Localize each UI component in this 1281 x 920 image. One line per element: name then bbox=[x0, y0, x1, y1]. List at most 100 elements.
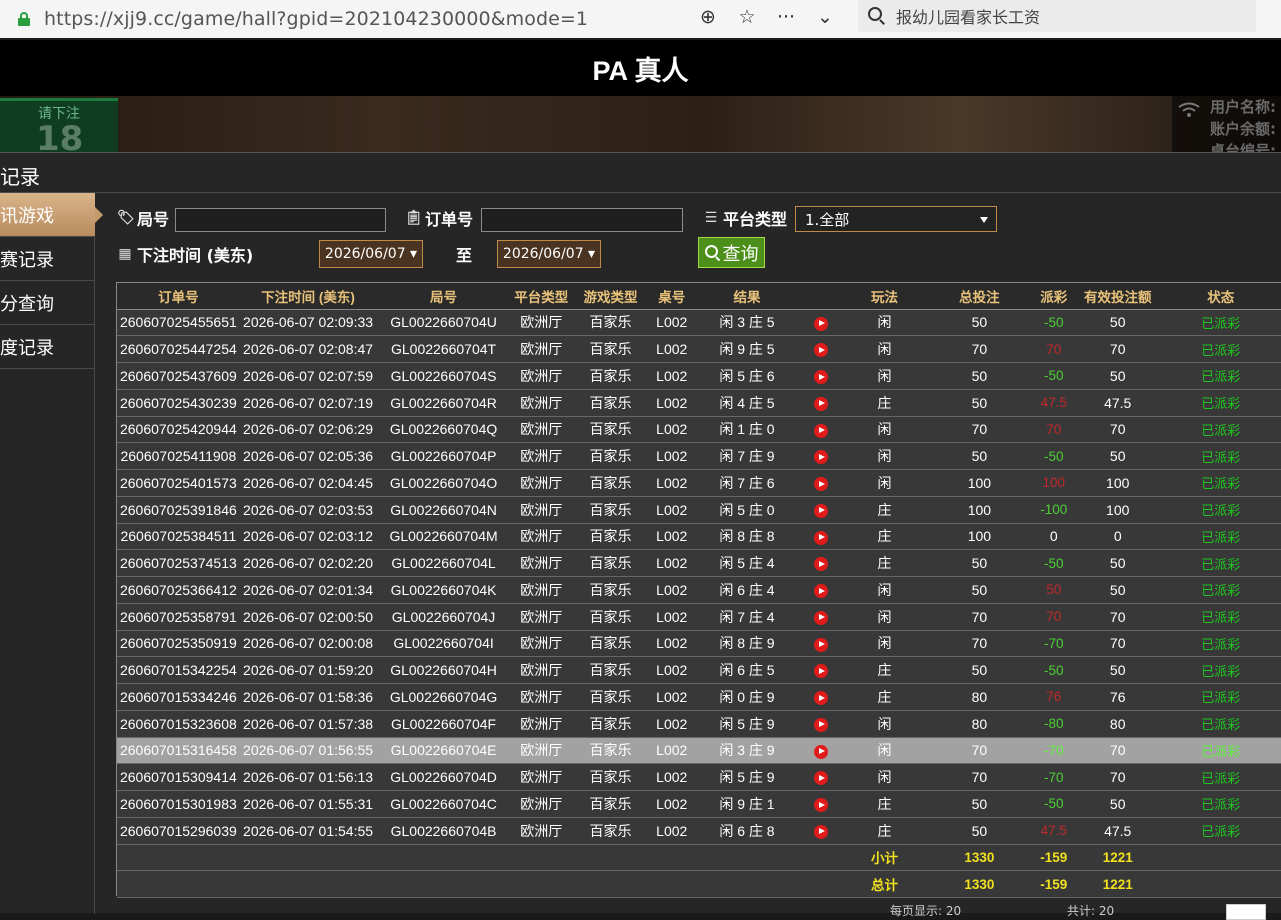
play-video-icon[interactable] bbox=[813, 637, 828, 652]
table-cell: 闲 bbox=[841, 737, 928, 765]
table-cell: 100 bbox=[927, 496, 1032, 524]
page-number-input[interactable] bbox=[1226, 904, 1266, 920]
more-icon[interactable]: ··· bbox=[773, 4, 799, 30]
play-video-icon[interactable] bbox=[813, 503, 828, 518]
star-icon[interactable]: ☆ bbox=[734, 4, 760, 30]
table-cell: 闲 1 庄 0 bbox=[694, 416, 800, 444]
play-video-icon[interactable] bbox=[813, 477, 828, 492]
play-video-icon[interactable] bbox=[813, 316, 828, 331]
table-cell: 百家乐 bbox=[571, 496, 650, 524]
table-cell: GL0022660704L bbox=[376, 549, 511, 577]
table-cell: 50 bbox=[1075, 442, 1160, 470]
table-row[interactable]: 260607015342254 2026-06-07 01:59:20 GL0022… bbox=[117, 656, 1281, 684]
table-cell: L002 bbox=[649, 737, 695, 765]
table-row[interactable]: 260607025455651 2026-06-07 02:09:33 GL0022… bbox=[117, 309, 1281, 337]
table-cell: 欧洲厅 bbox=[510, 496, 572, 524]
table-cell: 欧洲厅 bbox=[510, 416, 572, 444]
platform-type-select[interactable]: 1.全部 bbox=[795, 206, 997, 232]
play-video-icon[interactable] bbox=[813, 717, 828, 732]
chevron-down-icon[interactable]: ⌄ bbox=[812, 4, 838, 30]
sidebar-item-sports-records[interactable]: 赛记录 bbox=[0, 237, 95, 281]
table-row[interactable]: 260607025430239 2026-06-07 02:07:19 GL0022… bbox=[117, 389, 1281, 417]
query-button[interactable]: 查询 bbox=[698, 237, 765, 268]
sidebar-item-points-query[interactable]: 分查询 bbox=[0, 281, 95, 325]
table-row[interactable]: 260607015316458 2026-06-07 01:56:55 GL0022… bbox=[117, 737, 1281, 765]
table-cell: 欧洲厅 bbox=[510, 656, 572, 684]
table-row[interactable]: 260607025384511 2026-06-07 02:03:12 GL0022… bbox=[117, 523, 1281, 551]
table-cell: 欧洲厅 bbox=[510, 737, 572, 765]
table-cell: 百家乐 bbox=[571, 710, 650, 738]
table-row[interactable]: 260607015309414 2026-06-07 01:56:13 GL0022… bbox=[117, 763, 1281, 791]
play-video-icon[interactable] bbox=[813, 771, 828, 786]
table-cell: 70 bbox=[1075, 603, 1160, 631]
browser-search-box[interactable]: 报幼儿园看家长工资 bbox=[858, 0, 1256, 32]
play-video-icon[interactable] bbox=[813, 530, 828, 545]
order-number-input[interactable] bbox=[481, 208, 683, 232]
table-cell: 2026-06-07 01:56:13 bbox=[239, 763, 377, 791]
add-circle-icon[interactable]: ⊕ bbox=[695, 4, 721, 30]
round-number-input[interactable] bbox=[175, 208, 386, 232]
table-row[interactable]: 260607025447254 2026-06-07 02:08:47 GL0022… bbox=[117, 335, 1281, 363]
play-video-icon[interactable] bbox=[813, 744, 828, 759]
table-cell: 百家乐 bbox=[571, 523, 650, 551]
table-cell: -50 bbox=[1031, 549, 1076, 577]
summary-valid-bet: 1221 bbox=[1075, 844, 1160, 872]
table-row[interactable]: 260607025420944 2026-06-07 02:06:29 GL0022… bbox=[117, 416, 1281, 444]
play-video-icon[interactable] bbox=[813, 610, 828, 625]
table-cell: 已派彩 bbox=[1159, 523, 1281, 551]
play-video-icon[interactable] bbox=[813, 450, 828, 465]
address-bar[interactable]: https://xjj9.cc/game/hall?gpid=202104230… bbox=[44, 8, 588, 30]
table-row[interactable]: 260607025374513 2026-06-07 02:02:20 GL0022… bbox=[117, 549, 1281, 577]
table-cell: 闲 bbox=[841, 576, 928, 604]
table-row[interactable]: 260607025350919 2026-06-07 02:00:08 GL0022… bbox=[117, 630, 1281, 658]
play-video-icon[interactable] bbox=[813, 691, 828, 706]
table-row[interactable]: 260607025358791 2026-06-07 02:00:50 GL0022… bbox=[117, 603, 1281, 631]
play-video-icon[interactable] bbox=[813, 343, 828, 358]
play-video-icon[interactable] bbox=[813, 664, 828, 679]
column-header: 总投注 bbox=[927, 283, 1032, 310]
table-cell: 百家乐 bbox=[571, 469, 650, 497]
play-video-icon[interactable] bbox=[813, 557, 828, 572]
clipboard-icon: 📋︎ bbox=[405, 210, 423, 226]
table-cell: GL0022660704P bbox=[376, 442, 511, 470]
sidebar-item-quota-records[interactable]: 度记录 bbox=[0, 325, 95, 369]
wifi-icon bbox=[1178, 102, 1200, 117]
table-cell: L002 bbox=[649, 362, 695, 390]
table-row[interactable]: 260607015296039 2026-06-07 01:54:55 GL0022… bbox=[117, 817, 1281, 845]
table-cell: 闲 0 庄 9 bbox=[694, 683, 800, 711]
table-row[interactable]: 260607025401573 2026-06-07 02:04:45 GL0022… bbox=[117, 469, 1281, 497]
table-row[interactable]: 260607015334246 2026-06-07 01:58:36 GL0022… bbox=[117, 683, 1281, 711]
table-cell: 闲 bbox=[841, 710, 928, 738]
table-cell: GL0022660704K bbox=[376, 576, 511, 604]
play-video-icon[interactable] bbox=[813, 370, 828, 385]
date-from-picker[interactable]: 2026/06/07 ▾ bbox=[319, 240, 423, 268]
panel-title: 记录 bbox=[0, 165, 40, 189]
play-video-icon[interactable] bbox=[813, 584, 828, 599]
table-row[interactable]: 260607015301983 2026-06-07 01:55:31 GL0022… bbox=[117, 790, 1281, 818]
play-video-icon[interactable] bbox=[813, 396, 828, 411]
table-cell: 已派彩 bbox=[1159, 790, 1281, 818]
table-row[interactable]: 260607025437609 2026-06-07 02:07:59 GL0022… bbox=[117, 362, 1281, 390]
play-video-icon[interactable] bbox=[813, 423, 828, 438]
sidebar-item-video-games[interactable]: 讯游戏 bbox=[0, 193, 103, 237]
table-cell: 260607015316458 bbox=[117, 737, 240, 765]
play-video-icon[interactable] bbox=[813, 798, 828, 813]
table-cell: 50 bbox=[1075, 309, 1160, 337]
table-row[interactable]: 260607025366412 2026-06-07 02:01:34 GL0022… bbox=[117, 576, 1281, 604]
table-cell: 70 bbox=[1075, 416, 1160, 444]
table-cell: 70 bbox=[1075, 335, 1160, 363]
table-row[interactable]: 260607015323608 2026-06-07 01:57:38 GL0022… bbox=[117, 710, 1281, 738]
table-cell: L002 bbox=[649, 656, 695, 684]
table-cell: L002 bbox=[649, 763, 695, 791]
table-cell: 已派彩 bbox=[1159, 656, 1281, 684]
table-row[interactable]: 260607025391846 2026-06-07 02:03:53 GL0022… bbox=[117, 496, 1281, 524]
play-video-icon[interactable] bbox=[813, 824, 828, 839]
table-cell: GL0022660704S bbox=[376, 362, 511, 390]
table-cell: 庄 bbox=[841, 496, 928, 524]
table-row[interactable]: 260607025411908 2026-06-07 02:05:36 GL0022… bbox=[117, 442, 1281, 470]
table-cell: 庄 bbox=[841, 549, 928, 577]
date-to-picker[interactable]: 2026/06/07 ▾ bbox=[497, 240, 601, 268]
account-balance-label: 账户余额: bbox=[1210, 120, 1276, 138]
table-cell: 2026-06-07 02:06:29 bbox=[239, 416, 377, 444]
table-cell: 庄 bbox=[841, 389, 928, 417]
